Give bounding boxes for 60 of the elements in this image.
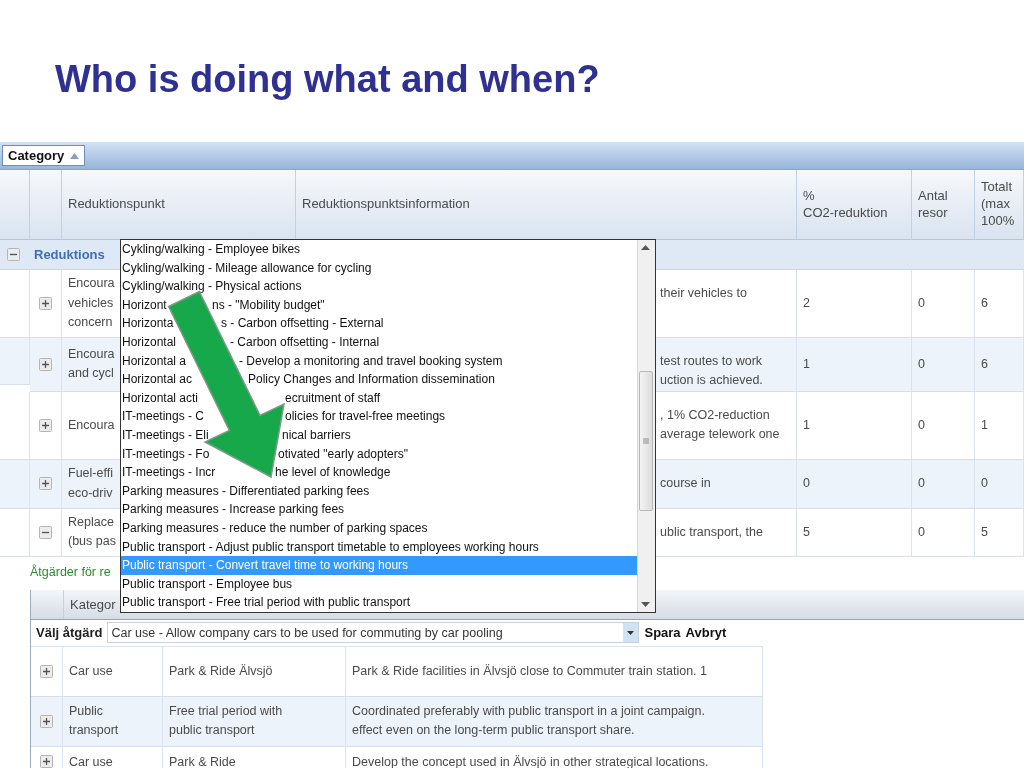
text-button[interactable]: Avbryt — [685, 625, 727, 641]
table-cell: Park & Ride Älvsjö — [163, 646, 346, 697]
text-button[interactable]: Spara — [644, 625, 681, 641]
expand-icon[interactable] — [40, 754, 53, 768]
sort-icon — [70, 152, 80, 159]
column-header[interactable]: % CO2-reduktion — [797, 170, 912, 240]
dropdown-option[interactable]: Horizonta — [122, 316, 174, 331]
caret-icon — [627, 630, 635, 635]
table-cell: Develop the concept used in Älvsjö in other strategical locations. — [346, 746, 763, 768]
table-cell: 6 — [975, 338, 1024, 392]
dropdown-option[interactable]: Horizont — [122, 297, 167, 312]
field-label: Välj åtgärd — [36, 625, 103, 641]
table-cell: 0 — [975, 459, 1024, 509]
table-cell: Park & Ride — [163, 746, 346, 768]
expand-icon[interactable] — [39, 357, 52, 371]
dropdown-option[interactable]: IT-meetings - Incr — [122, 465, 216, 480]
table-cell: 1 — [797, 391, 912, 460]
table-cell: 0 — [912, 459, 975, 509]
expand-icon[interactable] — [40, 714, 53, 728]
table-cell: 0 — [912, 338, 975, 392]
scroll-up-icon[interactable] — [641, 245, 650, 250]
expand-icon[interactable] — [39, 477, 52, 491]
table-cell: 5 — [975, 508, 1024, 557]
section-heading: Åtgärder för re — [30, 564, 111, 579]
table-cell: 1 — [975, 391, 1024, 460]
action-dropdown[interactable]: Car use - Allow company cars to be used for commuting by car pooling — [107, 622, 640, 644]
collapse-icon[interactable] — [39, 525, 52, 539]
table-cell: 5 — [797, 508, 912, 557]
table-cell: 0 — [912, 508, 975, 557]
column-header[interactable]: Totalt (max 100% — [975, 170, 1024, 240]
table-cell: Free trial period with public transport — [163, 696, 346, 747]
table-cell: Public transport — [63, 696, 163, 747]
group-label: Reduktions — [34, 247, 105, 262]
scroll-down-icon[interactable] — [641, 602, 650, 607]
table-cell: Car use — [63, 646, 163, 697]
expand-icon[interactable] — [40, 664, 53, 678]
expand-icon[interactable] — [39, 297, 52, 310]
group-by-chip[interactable]: Category — [2, 145, 86, 166]
slide-title: Who is doing what and when? — [55, 57, 600, 101]
grip-icon — [643, 438, 649, 444]
column-header[interactable]: Reduktionspunkt — [62, 170, 296, 240]
dropdown-option[interactable]: IT-meetings - Fo — [122, 446, 210, 461]
table-cell: 0 — [797, 459, 912, 509]
dropdown-option[interactable]: IT-meetings - C — [122, 409, 205, 424]
table-cell: Park & Ride facilities in Älvsjö close to Commuter train station. 1 — [346, 646, 763, 697]
column-header[interactable]: Reduktionspunktsinformation — [296, 170, 797, 240]
dropdown-option[interactable]: Horizontal ac — [122, 372, 193, 387]
collapse-icon[interactable] — [7, 248, 20, 261]
dropdown-option[interactable]: IT-meetings - Eli — [122, 427, 209, 442]
table-cell: Coordinated preferably with public transport in a joint campaign. effect even on the long-term public transport share. — [346, 696, 763, 747]
dropdown-option[interactable]: Cykling/walking - Employee bikes — [121, 240, 637, 259]
table-cell: 0 — [912, 391, 975, 460]
expand-icon[interactable] — [39, 418, 52, 432]
scrollbar[interactable] — [637, 240, 655, 612]
table-cell: 1 — [797, 338, 912, 392]
table-cell: Car use — [63, 746, 163, 768]
scroll-thumb[interactable] — [639, 371, 653, 511]
dropdown-option[interactable]: Horizontal a — [122, 353, 187, 368]
column-header[interactable]: Antal resor — [912, 170, 975, 240]
dropdown-option[interactable]: Horizontal acti — [122, 390, 199, 405]
